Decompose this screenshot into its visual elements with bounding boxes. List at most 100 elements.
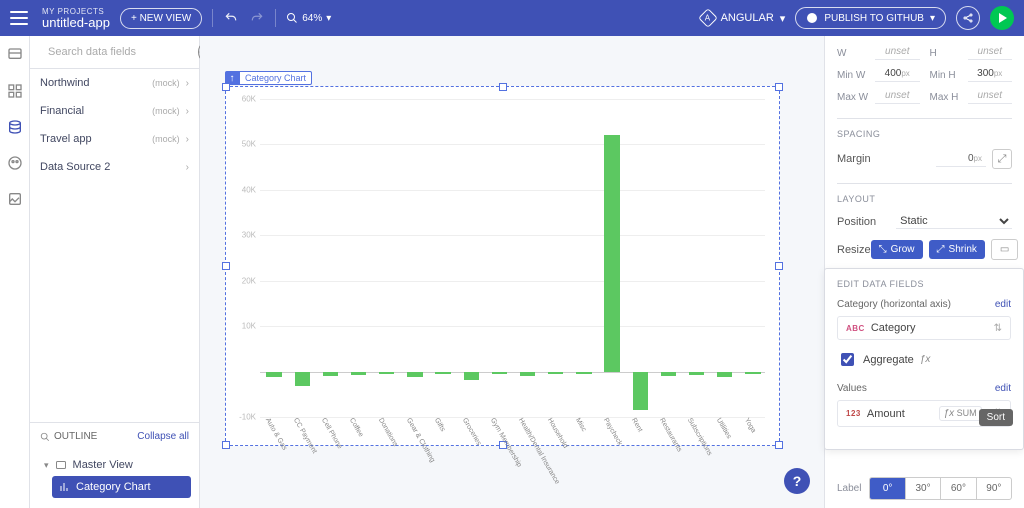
publish-button[interactable]: PUBLISH TO GITHUB ▾ [795,7,946,29]
chart-bar [351,372,366,375]
rail-assets-icon[interactable] [6,190,24,208]
menu-icon[interactable] [10,11,28,25]
resize-handle[interactable] [222,441,230,449]
chart-bar [379,372,394,375]
x-tick-label: Yoga [743,417,757,434]
data-source-item[interactable]: Travel app(mock)› [30,125,199,153]
position-row: Position Static [837,214,1012,229]
sort-icon[interactable]: ⇅ [994,323,1002,334]
min-width-field[interactable]: Min W400px [837,68,920,82]
x-tick-label: Auto & Gas [264,417,288,452]
chart-bar [492,372,507,375]
angular-icon: A [698,8,718,28]
search-row: + [30,36,199,69]
project-title-block[interactable]: MY PROJECTS untitled-app [42,8,110,29]
chart-bar [295,372,310,386]
category-field-pill[interactable]: ABC Category ⇅ [837,316,1011,340]
x-tick-label: Cell Phone [320,417,343,450]
x-tick-label: Gym Membership [489,417,523,468]
run-button[interactable] [990,6,1014,30]
grow-icon: ⤡ [879,244,887,255]
data-source-list: Northwind(mock)›Financial(mock)›Travel a… [30,69,199,422]
chart-selection-frame[interactable]: ↑ Category Chart -10K10K20K30K40K50K60K … [225,86,780,446]
chart-bar [435,372,450,374]
resize-handle[interactable] [222,83,230,91]
x-tick-label: Misc [574,417,587,433]
margin-input[interactable]: 0px [936,151,986,167]
undo-icon[interactable] [223,10,239,26]
chart-bar [633,372,648,411]
rotation-option[interactable]: 60° [941,478,976,499]
chart-bar [604,135,619,371]
chart-bar [576,372,591,375]
resize-handle[interactable] [499,83,507,91]
resize-more-button[interactable]: ▭ [991,239,1018,260]
edit-data-fields-popover: EDIT DATA FIELDS Category (horizontal ax… [824,268,1024,450]
y-tick-label: 30K [230,231,256,240]
number-type-icon: 123 [846,409,861,418]
rail-grid-icon[interactable] [6,82,24,100]
rotation-option[interactable]: 30° [906,478,941,499]
new-view-button[interactable]: + NEW VIEW [120,8,202,29]
tree-category-chart[interactable]: Category Chart [52,476,191,498]
collapse-all-link[interactable]: Collapse all [137,431,189,442]
rotation-segments: 0°30°60°90° [869,477,1012,500]
chart-bar [745,372,760,374]
data-source-item[interactable]: Northwind(mock)› [30,69,199,97]
rail-components-icon[interactable] [6,46,24,64]
aggregate-checkbox[interactable] [841,353,854,366]
height-field[interactable]: Hunset [930,46,1013,60]
divider [275,9,276,27]
canvas[interactable]: ↑ Category Chart -10K10K20K30K40K50K60K … [200,36,824,508]
zoom-control[interactable]: 64% ▾ [286,12,331,24]
chart-bar [548,372,563,375]
rotation-option[interactable]: 90° [977,478,1011,499]
rotation-option[interactable]: 0° [870,478,905,499]
bar-chart-icon [58,481,70,493]
search-input[interactable] [46,45,192,59]
selection-tag[interactable]: ↑ Category Chart [225,71,312,85]
outline-header: OUTLINE Collapse all [30,422,199,450]
margin-row: Margin 0px ⤢ [837,149,1012,169]
chart-bar [407,372,422,377]
sort-tooltip: Sort [979,409,1013,426]
top-bar: MY PROJECTS untitled-app + NEW VIEW 64% … [0,0,1024,36]
github-icon [806,12,818,24]
edit-values-link[interactable]: edit [995,383,1011,394]
outline-icon [40,432,50,442]
framework-dropdown[interactable]: A ANGULAR ▾ [701,11,786,25]
caret-down-icon: ▾ [44,460,49,471]
max-height-field[interactable]: Max Hunset [930,90,1013,104]
help-button[interactable]: ? [784,468,810,494]
redo-icon[interactable] [249,10,265,26]
chart-bar [661,372,676,377]
rail-data-icon[interactable] [6,118,24,136]
resize-handle[interactable] [775,441,783,449]
grow-button[interactable]: ⤡Grow [871,240,923,259]
expand-margin-icon[interactable]: ⤢ [992,149,1012,169]
spacing-header: SPACING [837,118,1012,139]
resize-handle[interactable] [775,262,783,270]
rail-theme-icon[interactable] [6,154,24,172]
x-tick-label: Rent [630,417,643,433]
width-field[interactable]: Wunset [837,46,920,60]
data-source-item[interactable]: Financial(mock)› [30,97,199,125]
tree-master-view[interactable]: ▾ Master View [38,454,191,476]
data-source-item[interactable]: Data Source 2› [30,153,199,181]
tool-rail [0,36,30,508]
y-tick-label: 40K [230,185,256,194]
popover-title: EDIT DATA FIELDS [837,279,1011,289]
outline-tree: ▾ Master View Category Chart [30,450,199,508]
projects-label: MY PROJECTS [42,8,110,16]
max-width-field[interactable]: Max Wunset [837,90,920,104]
share-icon[interactable] [956,6,980,30]
resize-handle[interactable] [775,83,783,91]
resize-handle[interactable] [222,262,230,270]
shrink-button[interactable]: ⤢Shrink [929,240,985,259]
x-tick-label: Subscriptions [686,417,713,457]
min-height-field[interactable]: Min H300px [930,68,1013,82]
aggregation-sum-badge[interactable]: ƒx SUM [939,406,982,421]
position-select[interactable]: Static [896,214,1012,229]
aggregate-checkbox-row[interactable]: Aggregate ƒx [837,350,1011,369]
edit-category-link[interactable]: edit [995,299,1011,310]
